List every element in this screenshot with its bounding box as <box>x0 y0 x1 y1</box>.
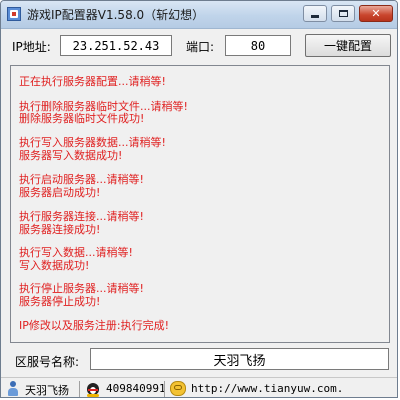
one-click-config-button[interactable]: 一键配置 <box>305 34 391 57</box>
log-line: 写入数据成功! <box>19 259 90 272</box>
minimize-button[interactable] <box>303 5 327 22</box>
status-bar: 天羽飞扬 409840991 http://www.tianyuw.com. <box>1 377 397 397</box>
log-line: 删除服务器临时文件成功! <box>19 112 145 125</box>
author-name: 天羽飞扬 <box>25 384 69 397</box>
port-input[interactable] <box>225 35 291 56</box>
close-icon: ✕ <box>371 7 381 20</box>
log-line: 服务器写入数据成功! <box>19 149 123 162</box>
maximize-icon <box>338 10 348 17</box>
app-icon <box>7 7 21 21</box>
log-line: 服务器连接成功! <box>19 223 101 236</box>
main-window: 游戏IP配置器V1.58.0（斩幻想） ✕ IP地址: 端口: 一键配置 正在执… <box>0 0 398 398</box>
server-name-input[interactable] <box>90 348 389 370</box>
server-name-label: 区服号名称: <box>15 355 80 369</box>
web-link-icon <box>170 381 186 396</box>
log-line: 服务器停止成功! <box>19 295 101 308</box>
close-button[interactable]: ✕ <box>359 5 393 22</box>
ip-address-input[interactable] <box>60 35 172 56</box>
minimize-icon <box>311 15 319 18</box>
status-divider <box>164 381 165 397</box>
user-icon <box>7 381 19 397</box>
qq-number: 409840991 <box>106 382 166 395</box>
status-divider <box>79 381 80 397</box>
title-bar[interactable]: 游戏IP配置器V1.58.0（斩幻想） ✕ <box>1 1 397 29</box>
qq-penguin-icon <box>85 380 101 397</box>
log-panel[interactable]: 正在执行服务器配置...请稍等! 执行删除服务器临时文件...请稍等! 删除服务… <box>10 65 390 343</box>
port-label: 端口: <box>186 40 215 54</box>
maximize-button[interactable] <box>331 5 355 22</box>
ip-label: IP地址: <box>12 40 51 54</box>
log-line: 服务器启动成功! <box>19 186 101 199</box>
website-link[interactable]: http://www.tianyuw.com. <box>191 382 343 395</box>
log-line: 正在执行服务器配置...请稍等! <box>19 75 166 88</box>
window-title: 游戏IP配置器V1.58.0（斩幻想） <box>27 8 205 22</box>
log-line: IP修改以及服务注册:执行完成! <box>19 319 169 332</box>
